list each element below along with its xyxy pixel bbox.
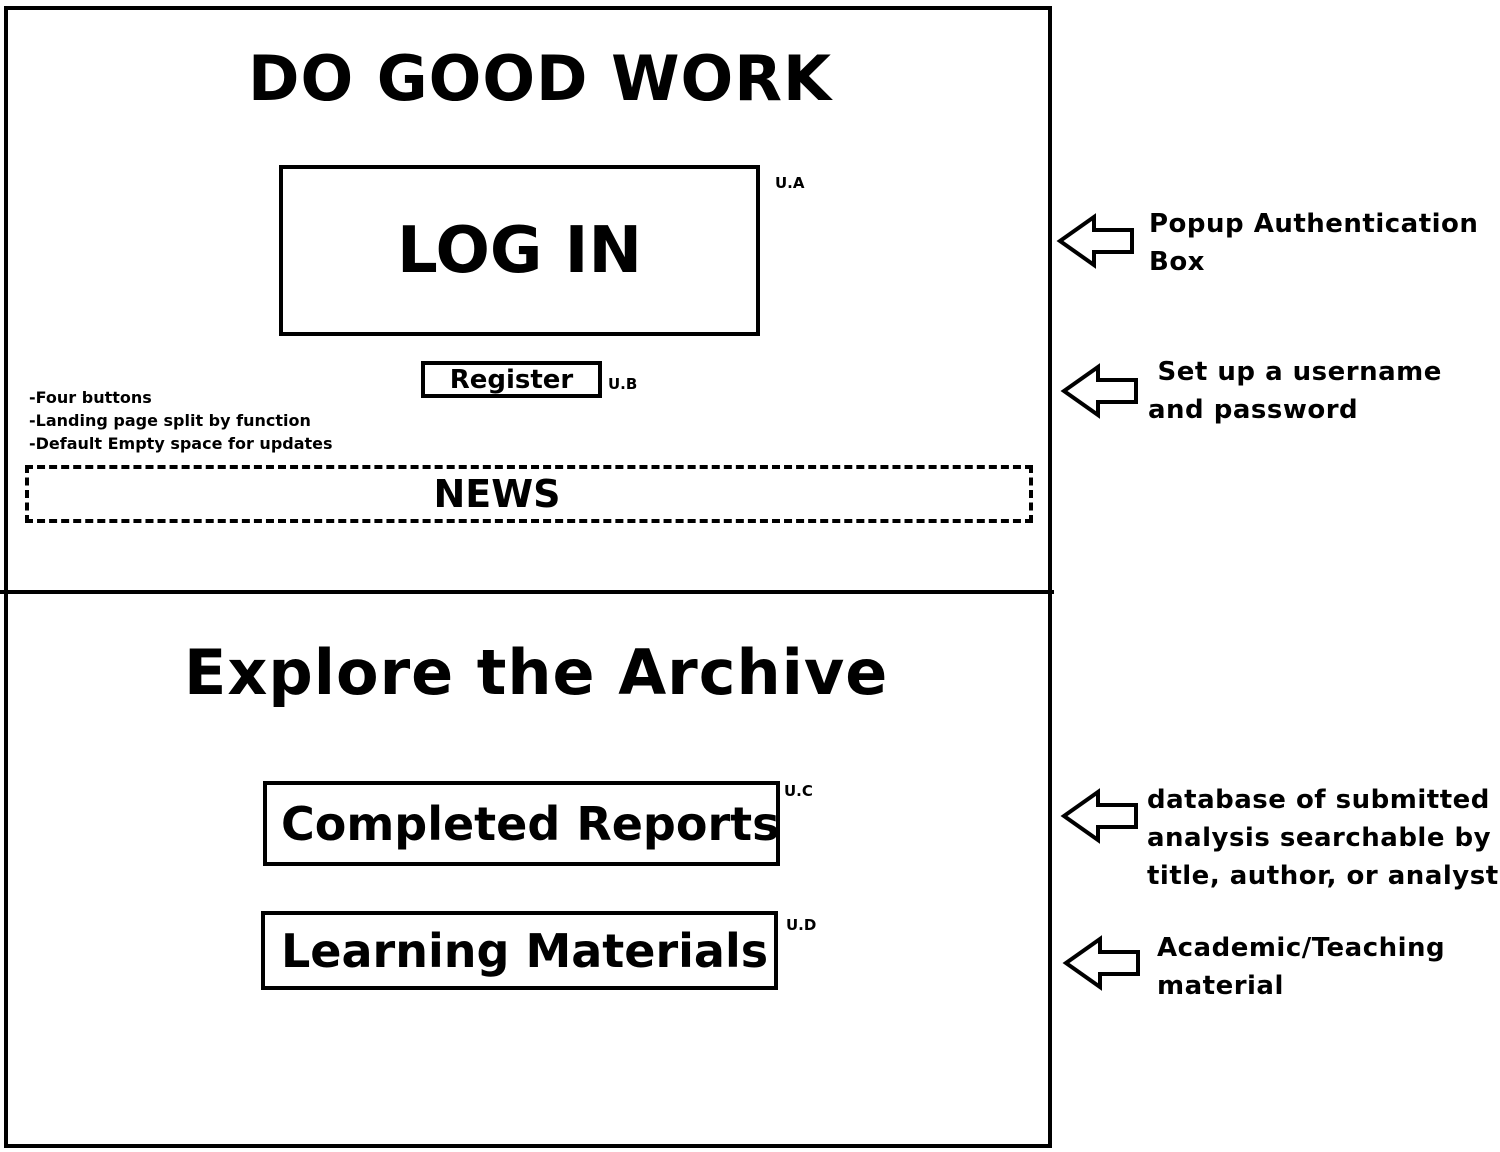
annotation-line: Popup Authentication: [1149, 209, 1479, 239]
news-panel: NEWS: [25, 465, 1033, 523]
annotation-reports: database of submitted analysis searchabl…: [1147, 781, 1499, 895]
completed-reports-tag: U.C: [784, 782, 813, 800]
register-button[interactable]: Register: [421, 361, 602, 398]
annotation-line: title, author, or analyst: [1147, 861, 1499, 891]
learning-materials-button[interactable]: Learning Materials: [261, 911, 778, 990]
left-arrow-outline-icon: [1056, 213, 1134, 269]
annotation-learning: Academic/Teaching material: [1157, 929, 1445, 1005]
left-arrow-outline-icon: [1062, 935, 1140, 991]
archive-title: Explore the Archive: [184, 636, 889, 709]
design-note: -Landing page split by function: [29, 411, 311, 430]
design-note: -Default Empty space for updates: [29, 434, 333, 453]
news-label: NEWS: [433, 472, 561, 516]
annotation-line: Box: [1149, 247, 1205, 277]
login-button-tag: U.A: [775, 174, 805, 192]
left-arrow-outline-icon: [1060, 788, 1138, 844]
annotation-line: analysis searchable by: [1147, 823, 1492, 853]
design-notes: -Four buttons -Landing page split by fun…: [29, 386, 333, 455]
login-button[interactable]: LOG IN: [279, 165, 760, 336]
annotation-line: Set up a username: [1148, 357, 1442, 387]
register-button-tag: U.B: [608, 375, 638, 393]
annotation-line: material: [1157, 971, 1284, 1001]
annotation-register: Set up a username and password: [1148, 353, 1442, 429]
left-arrow-outline-icon: [1060, 363, 1138, 419]
design-note: -Four buttons: [29, 388, 152, 407]
annotation-line: Academic/Teaching: [1157, 933, 1446, 963]
page-title: DO GOOD WORK: [248, 42, 832, 115]
section-divider: [0, 590, 1054, 594]
annotation-line: database of submitted: [1147, 785, 1490, 815]
annotation-auth: Popup Authentication Box: [1149, 205, 1478, 281]
annotation-line: and password: [1148, 395, 1359, 425]
learning-materials-tag: U.D: [786, 916, 817, 934]
completed-reports-button[interactable]: Completed Reports: [263, 781, 780, 866]
